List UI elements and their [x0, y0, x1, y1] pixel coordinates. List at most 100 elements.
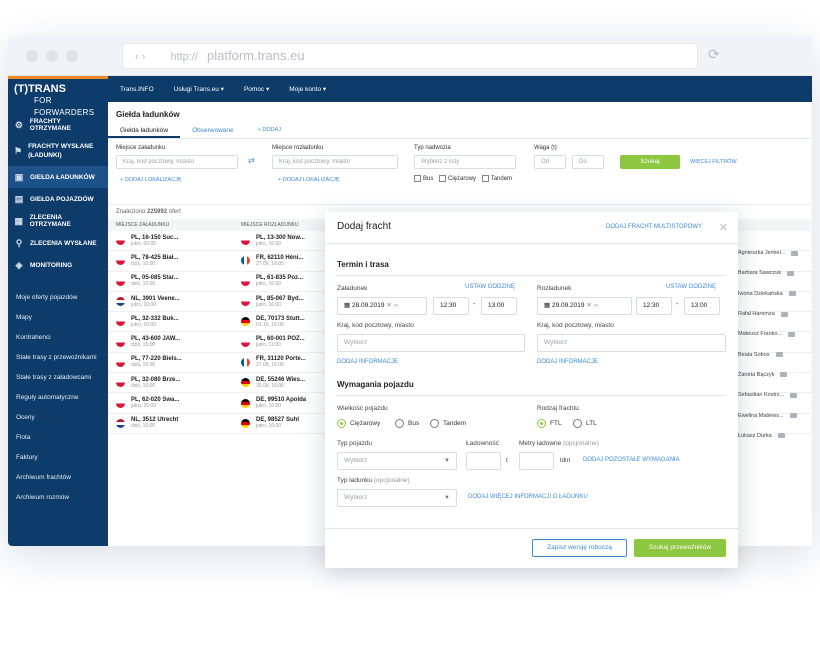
- sidebar-link[interactable]: Oceny: [8, 408, 108, 428]
- load-time-from[interactable]: 12:30: [433, 297, 469, 315]
- contact-person[interactable]: Żaneta Bączyk: [732, 365, 812, 385]
- add-location-link[interactable]: + DODAJ LOKALIZACJĘ: [278, 177, 340, 183]
- radio-bus[interactable]: Bus: [395, 419, 419, 428]
- contact-person[interactable]: Agnieszka Jemiel...: [732, 243, 812, 263]
- window-dot[interactable]: [66, 50, 78, 62]
- more-cargo-info-link[interactable]: DODAJ WIĘCEJ INFORMACJI O ŁADUNKU: [468, 494, 588, 500]
- sidebar-link[interactable]: Mapy: [8, 308, 108, 328]
- window-dot[interactable]: [46, 50, 58, 62]
- contact-person[interactable]: Sebastian Kostrz...: [732, 385, 812, 405]
- sidebar-link[interactable]: Faktury: [8, 448, 108, 468]
- tab-obserwowane[interactable]: Obserwowane: [180, 123, 246, 138]
- chat-icon[interactable]: [775, 352, 783, 358]
- sidebar-item-zlecenia-otrzymane[interactable]: ▦ ZLECENIA OTRZYMANE: [8, 210, 108, 232]
- chat-icon[interactable]: [780, 311, 788, 317]
- sidebar-item-frachty-otrzymane[interactable]: ⚙ FRACHTY OTRZYMANE: [8, 114, 108, 136]
- sidebar-link[interactable]: Archiwum rozmów: [8, 488, 108, 508]
- radio-tandem[interactable]: Tandem: [430, 419, 466, 428]
- contact-name: Mateusz Franko...: [738, 331, 783, 338]
- topnav-item[interactable]: Moje konto ▾: [289, 85, 326, 93]
- contact-person[interactable]: Mateusz Franko...: [732, 324, 812, 344]
- more-requirements-link[interactable]: DODAJ POZOSTAŁE WYMAGANIA: [583, 457, 680, 463]
- weight-to[interactable]: Do: [572, 155, 604, 169]
- chat-icon[interactable]: [788, 291, 796, 297]
- url-bar[interactable]: ‹ › http:// platform.trans.eu: [122, 43, 698, 69]
- truck-checkbox[interactable]: [439, 175, 447, 182]
- chat-icon[interactable]: [789, 413, 797, 419]
- weight-from[interactable]: Od: [534, 155, 566, 169]
- sidebar-item-gielda-pojazdow[interactable]: ▤ GIEŁDA POJAZDÓW: [8, 188, 108, 210]
- unloading-date: 01.10, 16:00: [256, 321, 284, 328]
- sidebar-link[interactable]: Kontrahenci: [8, 328, 108, 348]
- clear-icon[interactable]: ✕ ‹›: [386, 302, 398, 309]
- sidebar-item-zlecenia-wyslane[interactable]: ⚲ ZLECENIA WYSŁANE: [8, 232, 108, 254]
- sidebar-link[interactable]: Stałe trasy z załadowcami: [8, 368, 108, 388]
- add-info-link[interactable]: DODAJ INFORMACJE: [537, 359, 598, 365]
- close-icon[interactable]: ✕: [719, 221, 728, 234]
- load-place-input[interactable]: Wybierz: [337, 334, 525, 352]
- col-loading[interactable]: MIEJSCE ZAŁADUNKU: [108, 219, 233, 231]
- chat-icon[interactable]: [787, 270, 795, 276]
- radio-truck[interactable]: Ciężarowy: [337, 419, 380, 428]
- topnav-item[interactable]: Trans.INFO: [120, 86, 154, 93]
- multistop-link[interactable]: DODAJ FRACHT MULTISTOPOWY: [606, 224, 702, 230]
- sidebar-link[interactable]: Reguły automatyczne: [8, 388, 108, 408]
- contact-person[interactable]: Ewelina Matiews...: [732, 405, 812, 425]
- unload-date-input[interactable]: ▦ 29.09.2019 ✕ ‹›: [537, 297, 632, 315]
- sidebar-item-gielda-ladunkow[interactable]: ▣ GIEŁDA ŁADUNKÓW: [8, 166, 108, 188]
- sidebar-link[interactable]: Moje oferty pojazdów: [8, 288, 108, 308]
- unload-time-to[interactable]: 13:00: [684, 297, 720, 315]
- window-dot[interactable]: [26, 50, 38, 62]
- topnav-item[interactable]: Pomoc ▾: [244, 85, 269, 93]
- location: FR, 62110 Héni... 27.09, 16:00: [256, 255, 303, 267]
- set-hour-link[interactable]: USTAW GODZINĘ: [666, 284, 716, 290]
- contact-person[interactable]: Iwona Dziekańska: [732, 284, 812, 304]
- cargo-type-select[interactable]: Wybierz ▼: [337, 489, 457, 507]
- contact-person[interactable]: Barbara Sawczuk: [732, 263, 812, 283]
- chat-icon[interactable]: [777, 433, 785, 439]
- sidebar-item-frachty-wyslane[interactable]: ⚑ FRACHTY WYSŁANE (ŁADUNKI): [8, 136, 108, 166]
- unloading-input[interactable]: Kraj, kod pocztowy, miasto: [272, 155, 398, 169]
- tandem-checkbox[interactable]: [481, 175, 489, 182]
- contact-person[interactable]: Rafał Haremza: [732, 304, 812, 324]
- radio-ftl[interactable]: FTL: [537, 419, 562, 428]
- unload-place-input[interactable]: Wybierz: [537, 334, 726, 352]
- body-type-select[interactable]: Wybierz z listy: [414, 155, 516, 169]
- load-date-input[interactable]: ▦ 28.09.2019 ✕ ‹›: [337, 297, 427, 315]
- unloading-label: Miejsce rozładunku: [272, 145, 324, 151]
- more-filters-link[interactable]: WIĘCEJ FILTRÓW: [690, 159, 737, 165]
- sidebar-link[interactable]: Flota: [8, 428, 108, 448]
- sidebar-item-monitoring[interactable]: ◈ MONITORING: [8, 254, 108, 276]
- ldm-input[interactable]: [519, 452, 554, 470]
- location: PL, 78-425 Biał... dziś, 10:00: [131, 255, 178, 267]
- logo[interactable]: (T)TRANS FOR FORWARDERS: [8, 76, 108, 117]
- load-time-to[interactable]: 13:00: [481, 297, 517, 315]
- contact-person[interactable]: Beata Sobos: [732, 344, 812, 364]
- sidebar-link[interactable]: Archiwum frachtów: [8, 468, 108, 488]
- sidebar-link[interactable]: Stałe trasy z przewoźnikami: [8, 348, 108, 368]
- radio-ltl[interactable]: LTL: [573, 419, 597, 428]
- add-info-link[interactable]: DODAJ INFORMACJE: [337, 359, 398, 365]
- chat-icon[interactable]: [790, 392, 798, 398]
- save-draft-button[interactable]: Zapisz wersję roboczą: [532, 539, 627, 557]
- tab-add[interactable]: + DODAJ: [246, 123, 293, 138]
- swap-icon[interactable]: ⇄: [248, 156, 255, 165]
- tab-gielda[interactable]: Giełda ładunków: [108, 123, 181, 138]
- contact-person[interactable]: Łukasz Durka: [732, 426, 812, 446]
- vehicle-type-select[interactable]: Wybierz ▼: [337, 452, 457, 470]
- capacity-input[interactable]: [466, 452, 501, 470]
- clear-icon[interactable]: ✕ ‹›: [586, 302, 598, 309]
- bus-checkbox[interactable]: [414, 175, 421, 182]
- search-carriers-button[interactable]: Szukaj przewoźników: [634, 539, 726, 557]
- loading-input[interactable]: Kraj, kod pocztowy, miasto: [116, 155, 238, 169]
- chat-icon[interactable]: [788, 331, 796, 337]
- chat-icon[interactable]: [791, 250, 799, 256]
- search-button[interactable]: Szukaj: [620, 155, 680, 169]
- reload-icon[interactable]: ⟳: [708, 46, 720, 63]
- add-location-link[interactable]: + DODAJ LOKALIZACJĘ: [120, 177, 182, 183]
- set-hour-link[interactable]: USTAW GODZINĘ: [465, 284, 515, 290]
- unload-time-from[interactable]: 12:30: [636, 297, 672, 315]
- nav-arrows-icon[interactable]: ‹ ›: [135, 51, 145, 63]
- topnav-item[interactable]: Usługi Trans.eu ▾: [174, 85, 224, 93]
- chat-icon[interactable]: [780, 372, 788, 378]
